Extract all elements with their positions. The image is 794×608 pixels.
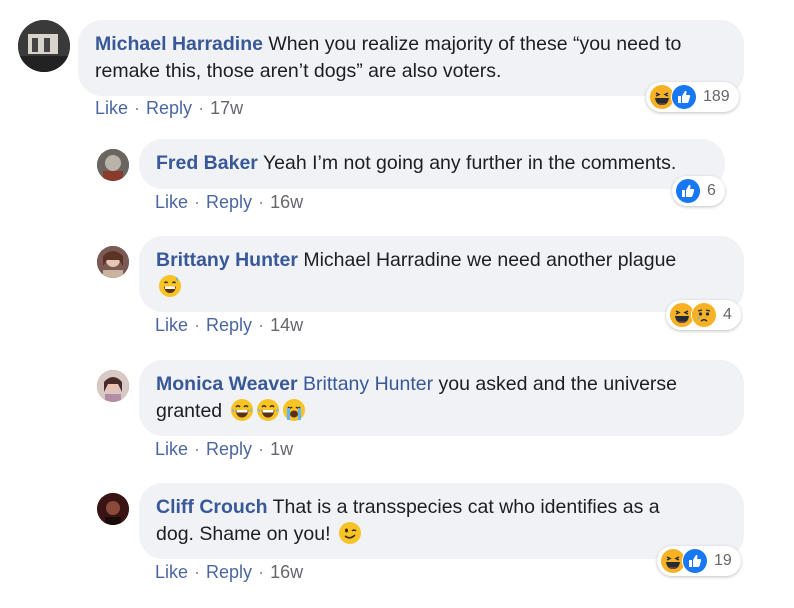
sad-icon bbox=[691, 302, 717, 328]
reply-button[interactable]: Reply bbox=[146, 98, 192, 118]
like-icon bbox=[671, 84, 697, 110]
comment-author[interactable]: Cliff Crouch bbox=[156, 496, 268, 518]
comment-text: That is a transspecies cat who identifie… bbox=[267, 496, 660, 518]
comment-author[interactable]: Brittany Hunter bbox=[156, 249, 298, 271]
comment-actions: Like · Reply · 1w bbox=[155, 439, 293, 460]
comment-text: you asked and the universe bbox=[433, 373, 678, 395]
separator: · bbox=[194, 562, 201, 582]
comment-actions: Like · Reply · 16w bbox=[155, 562, 303, 583]
reaction-summary[interactable]: 4 bbox=[666, 300, 741, 330]
reaction-count: 4 bbox=[723, 306, 732, 323]
like-button[interactable]: Like bbox=[155, 562, 188, 582]
comment-actions: Like · Reply · 14w bbox=[155, 315, 303, 336]
reply-button[interactable]: Reply bbox=[206, 562, 252, 582]
reaction-summary[interactable]: 19 bbox=[657, 546, 741, 576]
separator: · bbox=[198, 98, 205, 118]
like-button[interactable]: Like bbox=[155, 315, 188, 335]
comment-text: Yeah I’m not going any further in the co… bbox=[257, 152, 677, 174]
timestamp[interactable]: 14w bbox=[270, 315, 303, 335]
comment-bubble: Fred Baker Yeah I’m not going any furthe… bbox=[139, 139, 725, 189]
like-button[interactable]: Like bbox=[155, 192, 188, 212]
laughing-emoji bbox=[256, 398, 280, 422]
reaction-count: 19 bbox=[714, 552, 732, 569]
avatar[interactable] bbox=[97, 246, 129, 278]
separator: · bbox=[194, 192, 201, 212]
separator: · bbox=[194, 439, 201, 459]
reply-button[interactable]: Reply bbox=[206, 315, 252, 335]
laughing-emoji bbox=[230, 398, 254, 422]
separator: · bbox=[194, 315, 201, 335]
timestamp[interactable]: 16w bbox=[270, 562, 303, 582]
avatar[interactable] bbox=[97, 370, 129, 402]
comment-bubble: Cliff Crouch That is a transspecies cat … bbox=[139, 483, 744, 559]
comment-bubble: Brittany Hunter Michael Harradine we nee… bbox=[139, 236, 744, 312]
timestamp[interactable]: 16w bbox=[270, 192, 303, 212]
winking-emoji bbox=[338, 521, 362, 545]
comment-actions: Like · Reply · 17w bbox=[95, 98, 243, 119]
comment-author[interactable]: Monica Weaver bbox=[156, 373, 298, 395]
separator: · bbox=[258, 315, 265, 335]
like-icon bbox=[682, 548, 708, 574]
mention-link[interactable]: Brittany Hunter bbox=[298, 373, 433, 395]
avatar[interactable] bbox=[97, 149, 129, 181]
reaction-count: 6 bbox=[707, 182, 716, 199]
comment-text: Michael Harradine we need another plague bbox=[297, 249, 677, 271]
comment-text: When you realize majority of these “you … bbox=[262, 33, 682, 55]
reaction-count: 189 bbox=[703, 88, 730, 105]
reply-button[interactable]: Reply bbox=[206, 192, 252, 212]
grinning-sweat-emoji bbox=[158, 274, 182, 298]
comment-author[interactable]: Michael Harradine bbox=[95, 33, 263, 55]
reaction-summary[interactable]: 6 bbox=[672, 176, 725, 206]
avatar[interactable] bbox=[18, 20, 70, 72]
like-button[interactable]: Like bbox=[155, 439, 188, 459]
avatar[interactable] bbox=[97, 493, 129, 525]
reply-button[interactable]: Reply bbox=[206, 439, 252, 459]
comment-text: remake this, those aren’t dogs” are also… bbox=[95, 60, 502, 82]
separator: · bbox=[258, 439, 265, 459]
comment-bubble: Michael Harradine When you realize major… bbox=[78, 20, 744, 96]
timestamp[interactable]: 17w bbox=[210, 98, 243, 118]
reaction-summary[interactable]: 189 bbox=[646, 82, 739, 112]
comment-author[interactable]: Fred Baker bbox=[156, 152, 258, 174]
timestamp[interactable]: 1w bbox=[270, 439, 293, 459]
comment-bubble: Monica Weaver Brittany Hunter you asked … bbox=[139, 360, 744, 436]
separator: · bbox=[258, 192, 265, 212]
comment-text: dog. Shame on you! bbox=[156, 523, 336, 545]
separator: · bbox=[134, 98, 141, 118]
like-icon bbox=[675, 178, 701, 204]
comment-actions: Like · Reply · 16w bbox=[155, 192, 303, 213]
comment-text: granted bbox=[156, 400, 228, 422]
separator: · bbox=[258, 562, 265, 582]
like-button[interactable]: Like bbox=[95, 98, 128, 118]
crying-emoji bbox=[282, 398, 306, 422]
